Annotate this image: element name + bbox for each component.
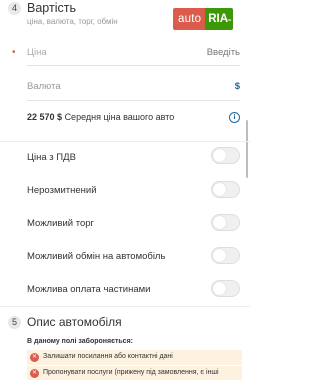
close-icon: ✕	[30, 369, 39, 378]
step-number-4: 4	[8, 2, 21, 15]
scrollbar[interactable]	[246, 120, 248, 178]
option-label-installments: Можлива оплата частинами	[27, 284, 151, 295]
auto-ria-logo: auto RIA .ua	[173, 8, 233, 30]
average-price-text: Середня ціна вашого авто	[64, 112, 175, 122]
currency-value: $	[234, 81, 240, 92]
option-label-exchange: Можливий обмін на автомобіль	[27, 251, 166, 262]
average-price-amount: 22 570 $	[27, 112, 63, 122]
option-label-vat: Ціна з ПДВ	[27, 152, 76, 163]
option-label-not-cleared: Нерозмитнений	[27, 185, 97, 196]
currency-label: Валюта	[27, 81, 61, 92]
forbidden-item-text: Залишати посилання або контактні дані	[43, 353, 173, 360]
close-icon: ✕	[30, 353, 39, 362]
toggle-exchange[interactable]	[211, 247, 240, 264]
average-price-note: 22 570 $ Середня ціна вашого авто	[27, 112, 174, 122]
forbidden-item: ✕ Залишати посилання або контактні дані	[27, 350, 242, 365]
required-marker: •	[12, 47, 16, 58]
option-label-bargain: Можливий торг	[27, 218, 94, 229]
toggle-installments[interactable]	[211, 280, 240, 297]
section-subtitle-price: ціна, валюта, торг, обмін	[27, 17, 118, 26]
logo-auto-text: auto	[173, 8, 206, 30]
price-placeholder: Ціна	[27, 47, 47, 58]
divider	[0, 306, 250, 307]
step-number-5: 5	[8, 316, 21, 329]
forbidden-item: ✕ Пропонувати послуги (прижену під замов…	[27, 366, 242, 380]
info-icon[interactable]: i	[229, 112, 240, 123]
section-title-description: Опис автомобіля	[27, 315, 122, 329]
section-title-price: Вартість	[27, 1, 76, 15]
divider	[0, 141, 250, 142]
currency-select[interactable]: Валюта $	[27, 74, 240, 101]
toggle-vat[interactable]	[211, 147, 240, 164]
forbidden-item-text: Пропонувати послуги (прижену під замовле…	[43, 369, 219, 376]
forbidden-title: В даному полі забороняється:	[27, 338, 133, 345]
price-input[interactable]: Ціна Введіть	[27, 40, 240, 66]
price-enter-hint: Введіть	[206, 47, 240, 58]
logo-ria-text: RIA .ua	[205, 8, 233, 30]
toggle-not-cleared[interactable]	[211, 181, 240, 198]
toggle-bargain[interactable]	[211, 214, 240, 231]
